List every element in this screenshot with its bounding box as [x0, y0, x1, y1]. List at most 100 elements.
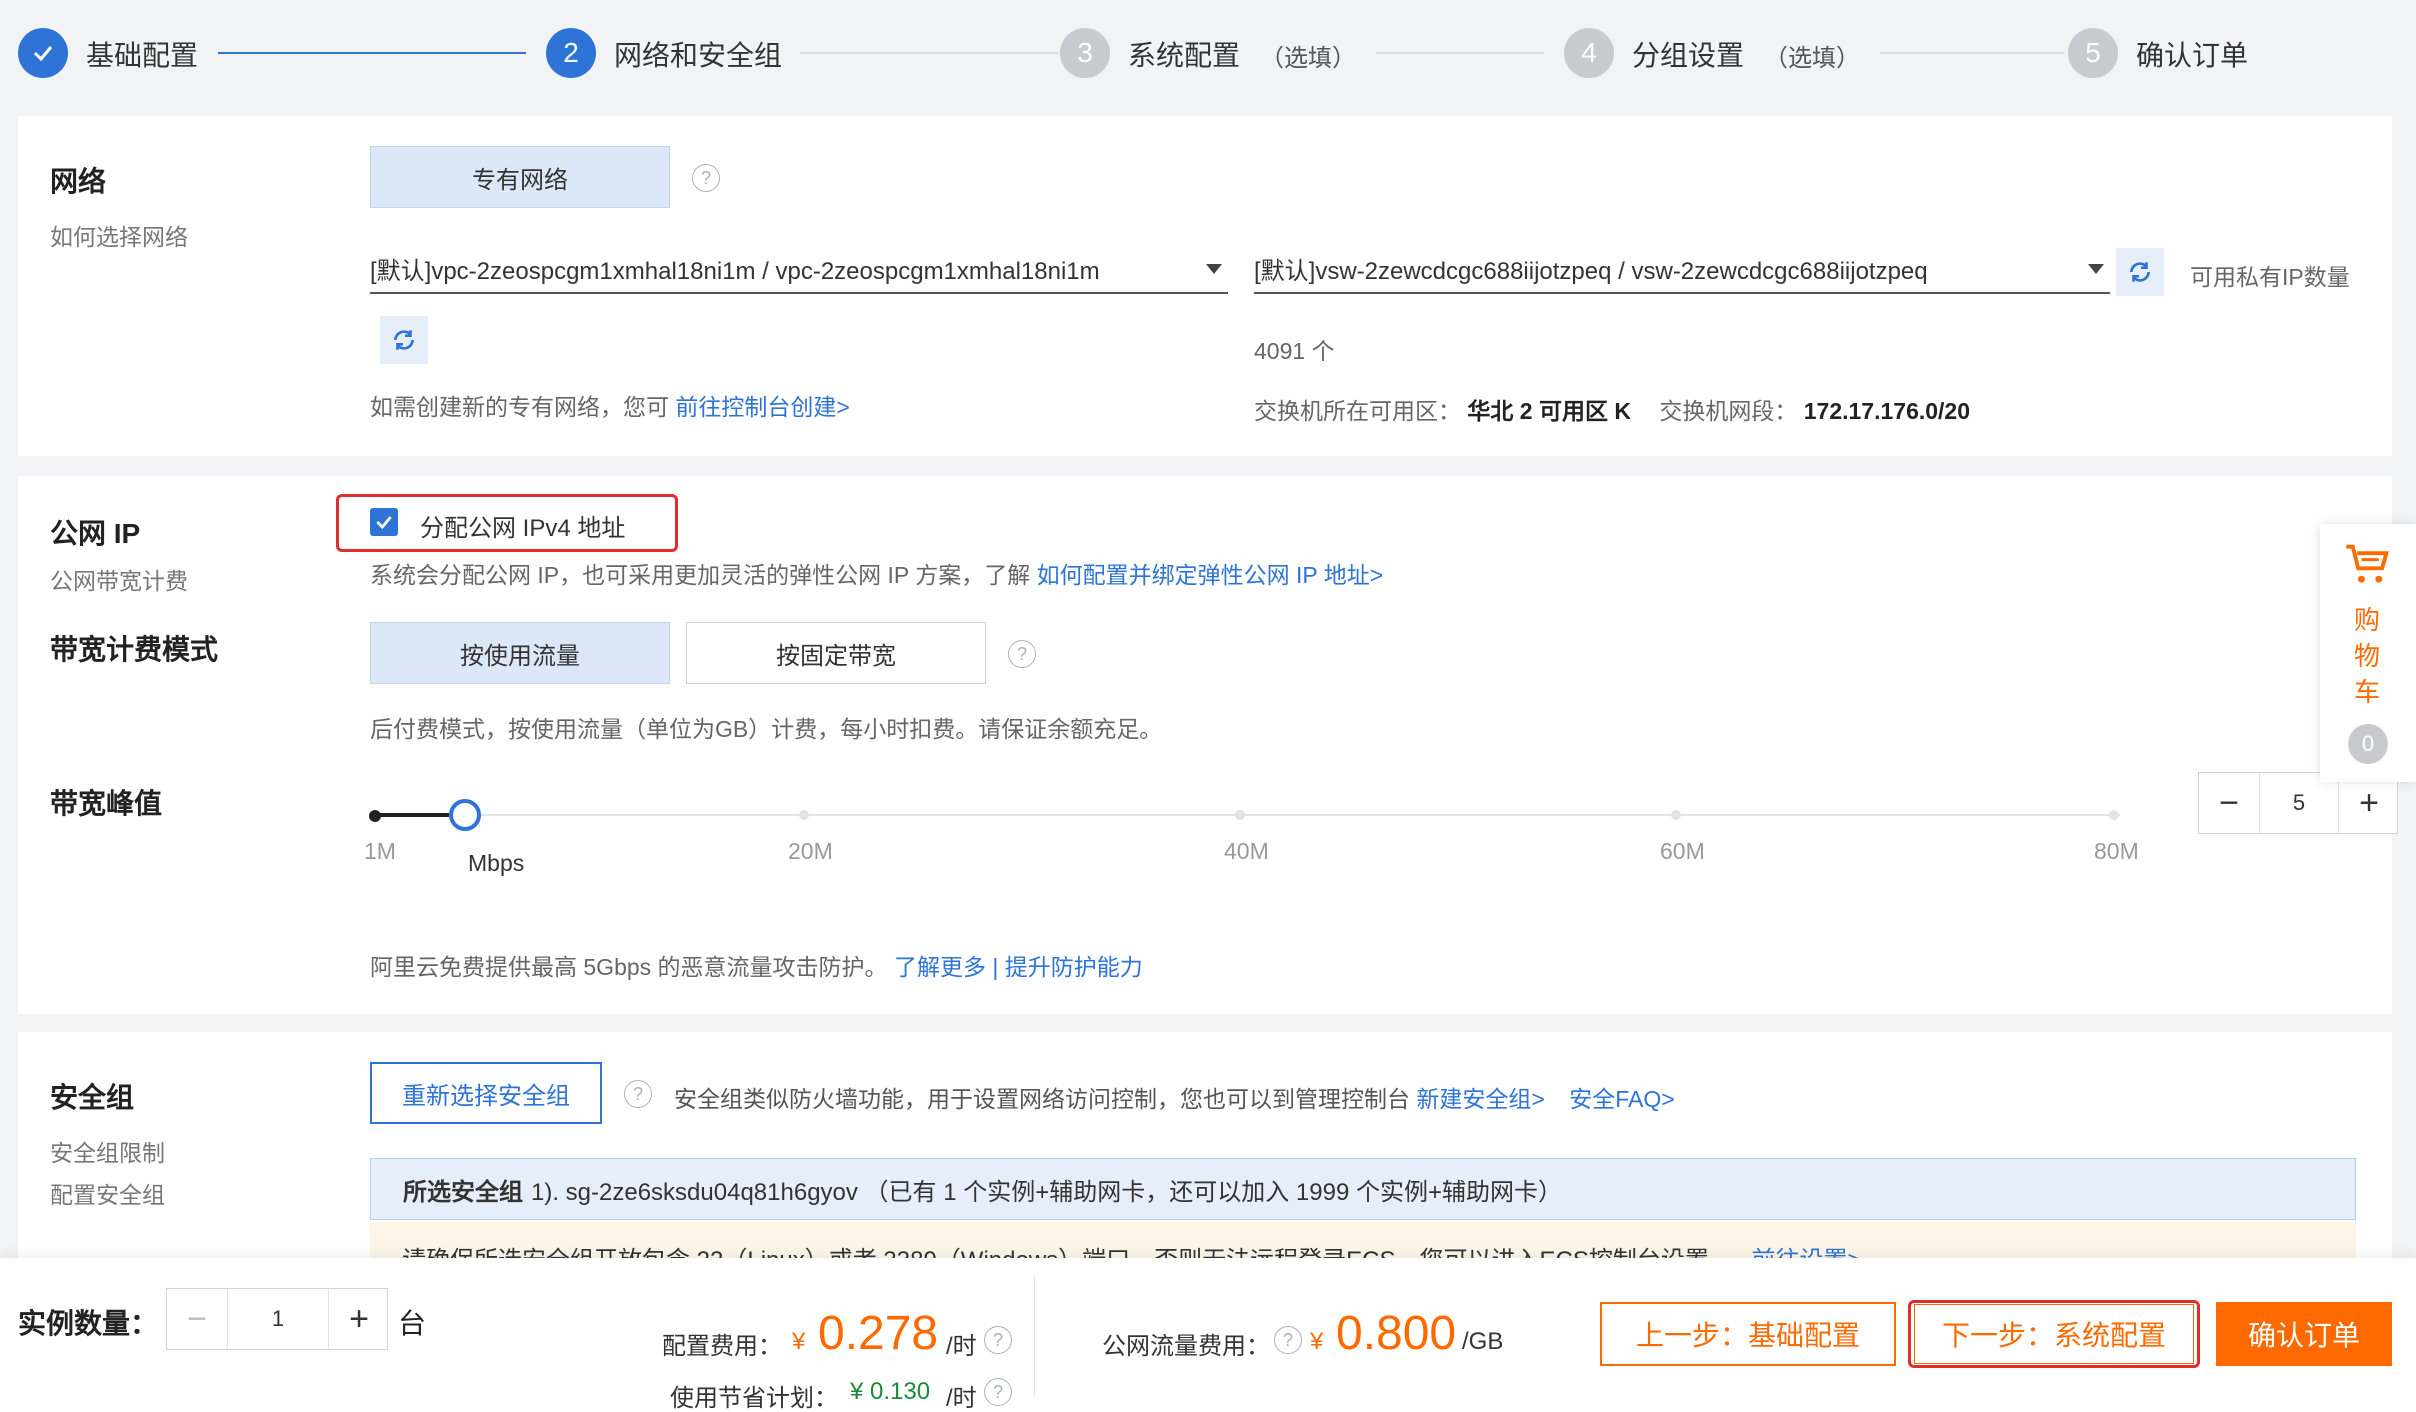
vpc-select-value: [默认]vpc-2zeospcgm1xmhal18ni1m / vpc-2zeo… [370, 257, 1100, 285]
slider-handle[interactable] [448, 799, 481, 831]
tick-label: 80M [2094, 838, 2139, 864]
vswitch-select[interactable]: [默认]vsw-2zewcdcgc688iijotzpeq / vsw-2zew… [1254, 244, 2110, 294]
port-warning: 请确保所选安全组开放包含 22（Linux）或者 3389（Windows）端口… [370, 1222, 2356, 1262]
question-icon[interactable]: ? [692, 164, 720, 192]
bandwidth-unit: Mbps [468, 850, 525, 876]
billing-mode-title: 带宽计费模式 [50, 634, 219, 665]
assign-ipv4-label[interactable]: 分配公网 IPv4 地址 [420, 508, 625, 543]
chevron-down-icon [2088, 264, 2104, 274]
public-ip-title: 公网 IP [50, 518, 141, 549]
step-connector [1880, 52, 2064, 54]
question-icon[interactable]: ? [624, 1080, 652, 1108]
shopping-cart[interactable]: 购 物 车 0 [2320, 524, 2416, 782]
reselect-security-group-button[interactable]: 重新选择安全组 [370, 1062, 602, 1124]
minus-icon[interactable]: − [2199, 773, 2259, 833]
security-faq-link[interactable]: 安全FAQ> [1569, 1086, 1674, 1112]
tick-label: 20M [788, 838, 833, 864]
upgrade-protection-link[interactable]: 提升防护能力 [1005, 954, 1143, 980]
cidr-value: 172.17.176.0/20 [1803, 398, 1971, 424]
step-4-optional: （选填） [1764, 45, 1860, 72]
vswitch-select-value: [默认]vsw-2zewcdcgc688iijotzpeq / vsw-2zew… [1254, 257, 1928, 285]
question-icon[interactable]: ? [1274, 1326, 1302, 1354]
public-ip-hint-text: 系统会分配公网 IP，也可采用更加灵活的弹性公网 IP 方案，了解 [370, 562, 1031, 588]
cart-count-badge: 0 [2348, 724, 2388, 764]
billing-traffic-button[interactable]: 按使用流量 [370, 622, 670, 684]
public-ip-subtitle[interactable]: 公网带宽计费 [50, 562, 188, 596]
create-vpc-link[interactable]: 前往控制台创建> [675, 394, 849, 420]
step-4-number: 4 [1564, 28, 1614, 78]
billing-hint: 后付费模式，按使用流量（单位为GB）计费，每小时扣费。请保证余额充足。 [370, 716, 1163, 742]
selected-sg-label: 所选安全组 [403, 1178, 523, 1206]
security-group-limit-link[interactable]: 安全组限制 [50, 1134, 165, 1168]
bandwidth-slider[interactable]: 1M 20M 40M 60M 80M Mbps [364, 786, 2139, 886]
tick-label: 1M [364, 838, 396, 864]
minus-icon[interactable]: − [167, 1289, 227, 1349]
slider-track [374, 814, 2120, 816]
slider-mark [2109, 810, 2119, 820]
confirm-order-button[interactable]: 确认订单 [2216, 1302, 2392, 1366]
quantity-input[interactable]: 1 [227, 1289, 329, 1349]
slider-mark [1235, 810, 1245, 820]
cart-label-char: 购 [2354, 605, 2381, 635]
create-vpc-hint: 如需创建新的专有网络，您可 前往控制台创建> [370, 388, 850, 422]
next-step-button[interactable]: 下一步：系统配置 [1914, 1304, 2194, 1364]
chevron-down-icon [1206, 264, 1222, 274]
config-fee-unit: /时 [946, 1333, 977, 1360]
step-connector [218, 52, 526, 54]
config-fee-value: 0.278 [818, 1307, 939, 1360]
ip-count: 4091 个 [1254, 338, 1335, 364]
step-3-label: 系统配置 [1128, 40, 1241, 71]
vpc-select[interactable]: [默认]vpc-2zeospcgm1xmhal18ni1m / vpc-2zeo… [370, 244, 1228, 294]
security-group-config-link[interactable]: 配置安全组 [50, 1176, 165, 1210]
quantity-label: 实例数量： [18, 1308, 159, 1339]
ddos-text: 阿里云免费提供最高 5Gbps 的恶意流量攻击防护。 [370, 954, 888, 980]
config-fee-currency: ¥ [792, 1328, 806, 1355]
security-group-hint-text: 安全组类似防火墙功能，用于设置网络访问控制，您也可以到管理控制台 [674, 1086, 1410, 1112]
network-title: 网络 [50, 166, 107, 197]
plus-icon[interactable]: + [2339, 773, 2399, 833]
step-2-number: 2 [546, 28, 596, 78]
order-footer: 实例数量： − 1 + 台 配置费用： ¥ 0.278 /时 ? 使用节省计划：… [0, 1258, 2416, 1412]
bandwidth-input[interactable]: 5 [2259, 773, 2339, 833]
new-security-group-link[interactable]: 新建安全组> [1416, 1086, 1544, 1112]
cart-label-char: 车 [2354, 677, 2381, 707]
selected-security-group: 所选安全组 1). sg-2ze6sksdu04q81h6gyov （已有 1 … [370, 1158, 2356, 1220]
traffic-fee-unit: /GB [1462, 1328, 1504, 1355]
vpc-type-button[interactable]: 专有网络 [370, 146, 670, 208]
config-fee-label: 配置费用： [662, 1333, 782, 1360]
zone-info: 交换机所在可用区： 华北 2 可用区 K 交换机网段： 172.17.176.0… [1254, 392, 1970, 426]
tick-label: 60M [1660, 838, 1705, 864]
step-bar: 基础配置 2 网络和安全组 3 系统配置 （选填） 4 分组设置 （选填） 5 … [0, 0, 2416, 104]
network-help-link[interactable]: 如何选择网络 [50, 218, 188, 252]
cart-icon [2342, 538, 2394, 597]
cidr-label: 交换机网段： [1659, 398, 1798, 424]
ddos-info: 阿里云免费提供最高 5Gbps 的恶意流量攻击防护。 了解更多 | 提升防护能力 [370, 948, 1143, 982]
eip-guide-link[interactable]: 如何配置并绑定弹性公网 IP 地址> [1037, 562, 1384, 588]
security-group-title: 安全组 [50, 1082, 135, 1113]
refresh-vpc-icon[interactable] [380, 316, 428, 364]
question-icon[interactable]: ? [984, 1326, 1012, 1354]
step-1-label: 基础配置 [86, 40, 199, 71]
tick-label: 40M [1224, 838, 1269, 864]
public-ip-hint: 系统会分配公网 IP，也可采用更加灵活的弹性公网 IP 方案，了解 如何配置并绑… [370, 556, 1383, 590]
selected-sg-text: 1). sg-2ze6sksdu04q81h6gyov （已有 1 个实例+辅助… [531, 1178, 1562, 1206]
slider-mark [1671, 810, 1681, 820]
slider-start-dot [369, 810, 381, 822]
prev-step-button[interactable]: 上一步：基础配置 [1600, 1302, 1896, 1366]
step-3-optional: （选填） [1260, 45, 1356, 72]
learn-more-link[interactable]: 了解更多 [894, 954, 986, 980]
security-group-hint: 安全组类似防火墙功能，用于设置网络访问控制，您也可以到管理控制台 新建安全组> … [674, 1080, 1675, 1114]
saving-plan-label: 使用节省计划： [670, 1385, 838, 1412]
question-icon[interactable]: ? [984, 1378, 1012, 1406]
traffic-fee-value: 0.800 [1336, 1307, 1457, 1360]
assign-ipv4-checkbox[interactable] [370, 508, 398, 536]
step-connector [1376, 52, 1544, 54]
billing-fixed-button[interactable]: 按固定带宽 [686, 622, 986, 684]
step-4-label: 分组设置 [1632, 40, 1745, 71]
refresh-vswitch-icon[interactable] [2116, 248, 2164, 296]
question-icon[interactable]: ? [1008, 640, 1036, 668]
plus-icon[interactable]: + [329, 1289, 389, 1349]
step-connector [800, 52, 1058, 54]
traffic-fee-currency: ¥ [1310, 1328, 1324, 1355]
network-panel: 网络 如何选择网络 专有网络 ? [默认]vpc-2zeospcgm1xmhal… [18, 116, 2392, 456]
